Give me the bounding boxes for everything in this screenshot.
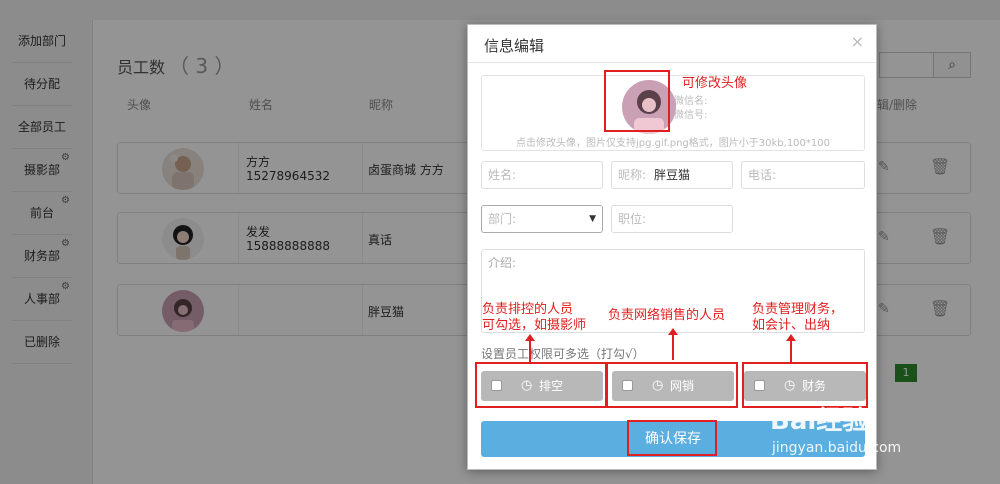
position-field[interactable]: 职位:: [611, 205, 733, 233]
clock-icon: ◷: [521, 378, 533, 393]
wechat-id-label: 微信号:: [674, 110, 708, 121]
modal-header: 信息编辑 ×: [468, 25, 876, 63]
clock-icon: ◷: [652, 378, 664, 393]
perm-label: 财务: [802, 379, 827, 393]
nickname-value: 胖豆猫: [654, 168, 691, 182]
department-select[interactable]: 部门: ▼: [481, 205, 603, 233]
annotation-arrow: [668, 328, 678, 360]
checkbox[interactable]: [754, 380, 765, 391]
dropdown-caret-icon: ▼: [589, 214, 596, 224]
wechat-name-label: 微信名:: [674, 96, 708, 107]
avatar-upload-hint: 点击修改头像，图片仅支持jpg.gif.png格式，图片小于30kb,100*1…: [516, 138, 830, 149]
checkbox[interactable]: [622, 380, 633, 391]
nickname-label: 昵称:: [618, 168, 647, 182]
permission-label: 设置员工权限可多选（打勾√）: [481, 347, 645, 361]
perm-label: 排空: [539, 379, 564, 393]
annotation-perm1-line2: 可勾选，如摄影师: [482, 318, 587, 333]
annotation-arrow: [786, 334, 796, 362]
close-icon[interactable]: ×: [851, 32, 864, 51]
annotation-perm3-line2: 如会计、出纳: [752, 318, 831, 333]
avatar-upload-area[interactable]: 微信名: 微信号: 点击修改头像，图片仅支持jpg.gif.png格式，图片小于…: [481, 75, 865, 151]
baidu-watermark: Bai经验: [770, 406, 869, 436]
name-placeholder: 姓名:: [488, 168, 517, 182]
checkbox[interactable]: [491, 380, 502, 391]
perm-schedule-toggle[interactable]: ◷ 排空: [481, 371, 603, 401]
modal-title: 信息编辑: [484, 37, 545, 55]
avatar-photo[interactable]: [622, 80, 676, 134]
annotation-arrow: [525, 334, 535, 362]
annotation-avatar: 可修改头像: [682, 76, 748, 91]
phone-field[interactable]: 电话:: [741, 161, 865, 189]
perm-label: 网销: [670, 379, 695, 393]
annotation-perm3-line1: 负责管理财务，: [752, 302, 844, 317]
intro-placeholder: 介绍:: [488, 256, 517, 270]
name-field[interactable]: 姓名:: [481, 161, 603, 189]
position-placeholder: 职位:: [618, 212, 647, 226]
clock-icon: ◷: [784, 378, 796, 393]
annotation-perm1-line1: 负责排控的人员: [482, 302, 574, 317]
nickname-field[interactable]: 昵称: 胖豆猫: [611, 161, 733, 189]
annotation-perm2: 负责网络销售的人员: [608, 308, 726, 323]
perm-online-sales-toggle[interactable]: ◷ 网销: [612, 371, 734, 401]
baidu-watermark-url: jingyan.baidu.com: [772, 440, 902, 456]
perm-finance-toggle[interactable]: ◷ 财务: [744, 371, 866, 401]
department-label: 部门:: [488, 212, 517, 226]
phone-placeholder: 电话:: [748, 168, 777, 182]
